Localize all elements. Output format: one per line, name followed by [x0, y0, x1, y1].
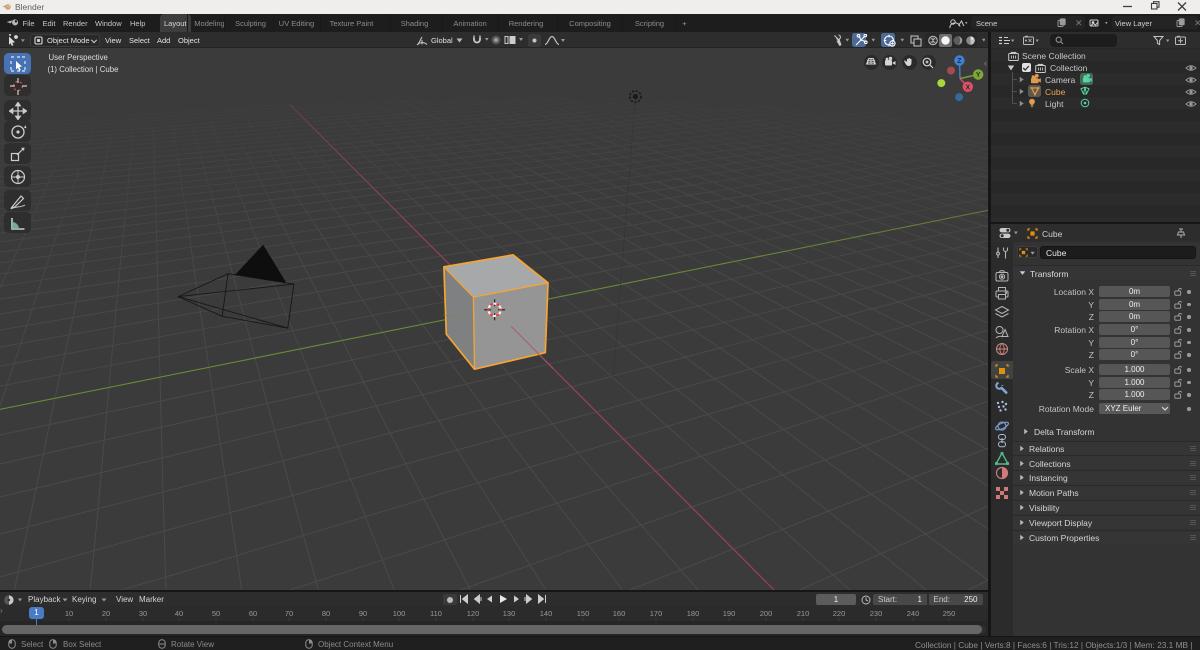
svg-text:Z: Z [957, 58, 962, 65]
svg-text:X: X [965, 84, 970, 91]
svg-text:Y: Y [976, 72, 981, 79]
